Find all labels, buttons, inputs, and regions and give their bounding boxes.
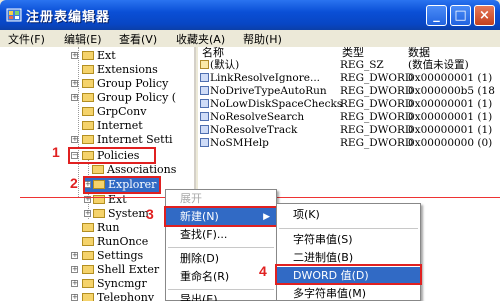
tree-item[interactable]: + Ext — [71, 49, 116, 63]
menu-help[interactable]: 帮助(H) — [243, 31, 282, 47]
title-bar: 注册表编辑器 _ □ × — [0, 0, 500, 30]
folder-icon — [82, 135, 94, 144]
menu-separator — [279, 228, 418, 229]
submenu-item-string-value[interactable]: 字符串值(S) — [277, 231, 420, 249]
step-2-label: 2 — [70, 175, 78, 191]
folder-icon — [82, 293, 94, 301]
column-header-name[interactable]: 名称 — [202, 47, 224, 59]
expand-icon[interactable]: + — [71, 266, 78, 273]
value-row[interactable]: NoDriveTypeAutoRun REG_DWORD 0x000000b5 … — [198, 85, 500, 98]
string-value-icon — [200, 60, 209, 69]
menu-favorites[interactable]: 收藏夹(A) — [176, 31, 225, 47]
explorer-highlight-box — [83, 176, 161, 194]
menu-file[interactable]: 文件(F) — [8, 31, 45, 47]
expand-icon[interactable]: + — [71, 294, 78, 301]
folder-icon — [82, 265, 94, 274]
window-title: 注册表编辑器 — [26, 10, 111, 25]
folder-icon — [82, 51, 94, 60]
dword-value-icon — [200, 73, 209, 82]
expand-icon[interactable]: + — [84, 210, 91, 217]
new-submenu: 项(K) 字符串值(S) 二进制值(B) DWORD 值(D) 多字符串值(M) — [276, 203, 421, 301]
maximize-button[interactable]: □ — [450, 5, 471, 26]
dword-value-icon — [200, 125, 209, 134]
tree-item[interactable]: + Group Policy ( — [71, 91, 176, 105]
expand-icon[interactable]: + — [71, 252, 78, 259]
expand-icon[interactable]: + — [71, 52, 78, 59]
menu-item-find[interactable]: 查找(F)... — [166, 226, 276, 244]
tree-item[interactable]: Extensions — [72, 63, 158, 77]
menu-bar: 文件(F) 编辑(E) 查看(V) 收藏夹(A) 帮助(H) — [0, 30, 500, 47]
new-highlight-box — [164, 206, 278, 227]
folder-icon — [82, 93, 94, 102]
value-row[interactable]: LinkResolveIgnore... REG_DWORD 0x0000000… — [198, 72, 500, 85]
dword-value-icon — [200, 99, 209, 108]
value-row[interactable]: NoSMHelp REG_DWORD 0x00000000 (0) — [198, 137, 500, 150]
folder-icon — [82, 279, 94, 288]
folder-icon — [82, 79, 94, 88]
value-row[interactable]: NoResolveTrack REG_DWORD 0x00000001 (1) — [198, 124, 500, 137]
submenu-item-multi-string-value[interactable]: 多字符串值(M) — [277, 285, 420, 301]
tree-item[interactable]: GrpConv — [72, 105, 146, 119]
dword-value-icon — [200, 138, 209, 147]
expand-icon[interactable]: + — [71, 80, 78, 87]
column-header-type[interactable]: 类型 — [342, 47, 364, 59]
folder-icon — [82, 223, 94, 232]
expand-icon[interactable]: + — [71, 94, 78, 101]
tree-item[interactable]: + System — [84, 207, 149, 221]
tree-item[interactable]: + Shell Exter — [71, 263, 159, 277]
tree-item[interactable]: + Syncmgr — [71, 277, 147, 291]
value-row[interactable]: (默认) REG_SZ (数值未设置) — [198, 59, 500, 72]
folder-icon — [82, 237, 94, 246]
folder-icon — [82, 107, 94, 116]
tree-item[interactable]: + Internet Setti — [71, 133, 173, 147]
tree-item[interactable]: + Group Policy — [71, 77, 168, 91]
step-3-label: 3 — [146, 206, 154, 222]
dword-value-icon — [200, 112, 209, 121]
menu-separator — [168, 247, 274, 248]
submenu-item-key[interactable]: 项(K) — [277, 206, 420, 224]
value-row[interactable]: NoResolveSearch REG_DWORD 0x00000001 (1) — [198, 111, 500, 124]
folder-icon — [82, 121, 94, 130]
policies-highlight-box — [68, 147, 156, 164]
step-4-label: 4 — [259, 263, 267, 279]
dword-highlight-box — [275, 264, 422, 285]
tree-item[interactable]: Run — [72, 221, 119, 235]
step-1-label: 1 — [52, 144, 60, 160]
tree-item[interactable]: Internet — [72, 119, 143, 133]
close-button[interactable]: × — [474, 5, 495, 26]
tree-item[interactable]: + Telephony — [71, 291, 154, 301]
tree-item[interactable]: RunOnce — [72, 235, 148, 249]
menu-separator — [168, 289, 274, 290]
tree-item[interactable]: Associations — [84, 163, 194, 177]
dword-value-icon — [200, 86, 209, 95]
minimize-button[interactable]: _ — [426, 5, 447, 26]
regedit-icon — [6, 8, 22, 22]
column-header-data[interactable]: 数据 — [408, 47, 430, 59]
menu-edit[interactable]: 编辑(E) — [64, 31, 102, 47]
value-row[interactable]: NoLowDiskSpaceChecks REG_DWORD 0x0000000… — [198, 98, 500, 111]
folder-icon — [82, 251, 94, 260]
folder-icon — [92, 165, 104, 174]
folder-icon — [93, 209, 105, 218]
tree-item[interactable]: + Settings — [71, 249, 143, 263]
menu-item-export[interactable]: 导出(E) — [166, 291, 276, 301]
folder-icon — [82, 65, 94, 74]
tree-item[interactable]: + Ext — [84, 193, 127, 207]
expand-icon[interactable]: + — [71, 280, 78, 287]
menu-view[interactable]: 查看(V) — [119, 31, 157, 47]
expand-icon[interactable]: + — [71, 136, 78, 143]
